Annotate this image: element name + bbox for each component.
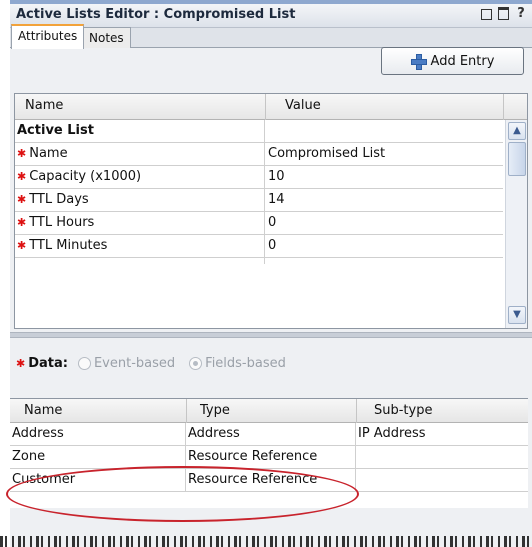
required-star-icon: ✱ [17,239,27,252]
table-row[interactable]: Zone Resource Reference [10,446,528,469]
radio-event-based[interactable] [77,357,91,370]
table-row[interactable]: ✱ TTL Minutes 0 [15,235,503,258]
window-controls: ? [481,7,528,21]
column-header-subtype[interactable]: Sub-type [374,403,432,418]
field-name: Address [10,423,186,446]
row-name: Active List [15,120,265,143]
window-title: Active Lists Editor : Compromised List [16,7,296,22]
row-value[interactable] [265,120,503,143]
row-value[interactable]: 14 [265,189,503,212]
table-row-clipped [15,258,503,264]
table-row[interactable]: Active List [15,120,503,143]
row-value[interactable]: 0 [265,212,503,235]
required-star-icon: ✱ [17,170,27,183]
scroll-thumb[interactable] [508,142,526,176]
add-entry-button[interactable]: Add Entry [381,47,524,75]
row-name: TTL Days [29,192,89,207]
row-name: Capacity (x1000) [29,169,142,184]
row-value[interactable]: Compromised List [265,143,503,166]
scroll-down-icon[interactable]: ▼ [508,306,526,324]
column-header-value[interactable]: Value [285,98,321,113]
row-name: TTL Hours [29,215,95,230]
cropped-text-strip [0,536,532,547]
scroll-up-icon[interactable]: ▲ [508,122,526,140]
fields-grid-header: Name Type Sub-type [10,399,528,423]
add-entry-label: Add Entry [430,53,495,69]
vertical-scrollbar[interactable]: ▲ ▼ [505,120,527,328]
column-header-type[interactable]: Type [200,403,230,418]
data-label: Data: [28,356,68,371]
field-subtype: IP Address [358,426,426,441]
table-row[interactable]: ✱ Name Compromised List [15,143,503,166]
plus-icon [410,54,427,70]
column-header-name[interactable]: Name [24,403,62,418]
help-icon[interactable]: ? [514,7,528,21]
column-header-name[interactable]: Name [25,98,63,113]
attributes-grid: Name Value Active List ✱ Name Compromised… [14,93,528,329]
required-star-icon: ✱ [17,193,27,206]
required-star-icon: ✱ [17,147,27,160]
required-star-icon: ✱ [17,216,27,229]
field-type: Address [186,423,356,446]
attributes-rows: Active List ✱ Name Compromised List ✱ Capa… [15,120,503,264]
radio-fields-based-label: Fields-based [205,356,286,371]
row-value[interactable]: 10 [265,166,503,189]
table-row[interactable]: ✱ TTL Hours 0 [15,212,503,235]
table-row[interactable]: ✱ TTL Days 14 [15,189,503,212]
field-subtype [356,469,528,492]
table-row[interactable]: ✱ Capacity (x1000) 10 [15,166,503,189]
table-row[interactable]: Address Address IP Address [10,423,528,446]
field-subtype [356,446,528,469]
row-name: TTL Minutes [29,238,108,253]
attributes-grid-header: Name Value [15,94,527,120]
minimize-icon[interactable] [481,9,492,20]
row-value[interactable]: 0 [265,235,503,258]
restore-icon[interactable] [496,7,510,21]
required-star-icon: ✱ [16,357,26,370]
radio-event-based-label: Event-based [93,356,176,371]
active-lists-editor-window: Active Lists Editor : Compromised List ?… [10,0,532,547]
tab-notes[interactable]: Notes [82,27,131,49]
radio-fields-based[interactable] [189,357,203,370]
data-type-selector: ✱ Data: Event-based Fields-based [16,356,300,371]
row-name: Name [29,146,68,161]
tab-strip: Attributes Notes [10,24,532,49]
highlight-ellipse [6,466,359,522]
tab-attributes[interactable]: Attributes [11,24,85,49]
